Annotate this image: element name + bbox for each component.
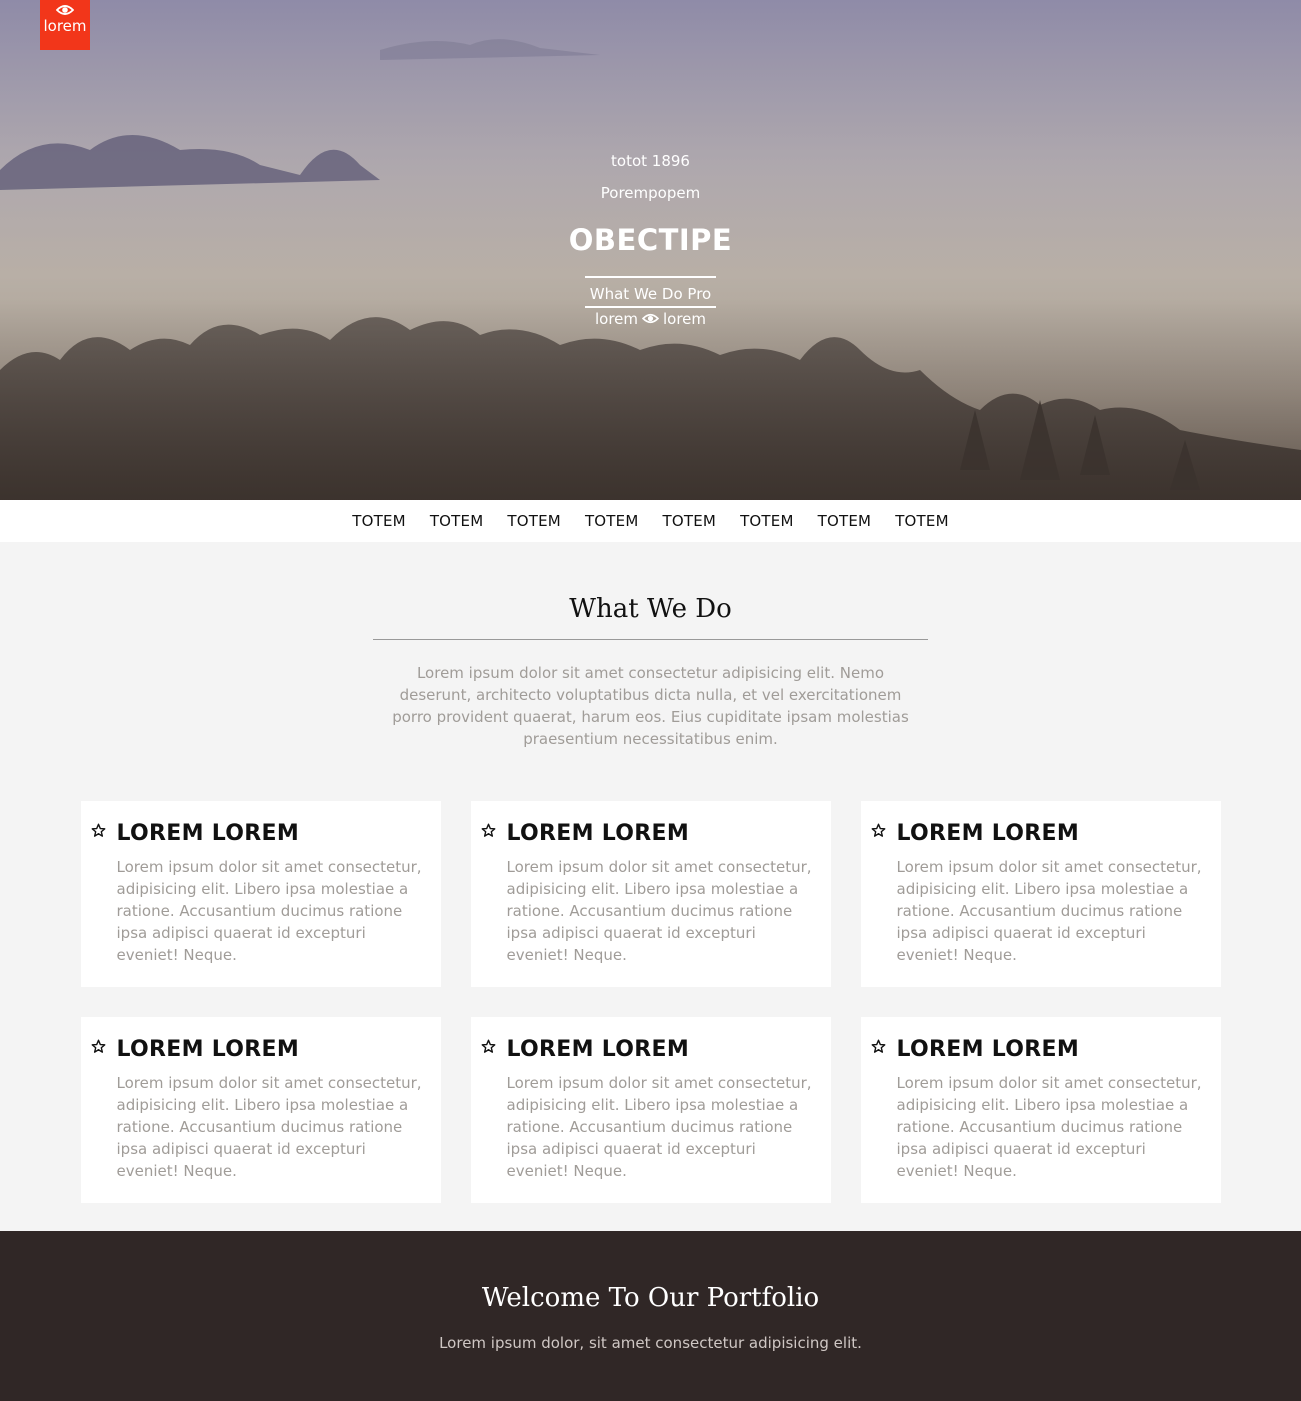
brand-logo[interactable]: lorem bbox=[40, 0, 90, 50]
star-icon bbox=[871, 1039, 885, 1053]
nav-item-5[interactable]: TOTEM bbox=[663, 512, 717, 530]
nav-item-1[interactable]: TOTEM bbox=[352, 512, 406, 530]
service-card: LOREM LOREM Lorem ipsum dolor sit amet co… bbox=[80, 1017, 441, 1203]
section-description: Lorem ipsum dolor sit amet consectetur a… bbox=[392, 664, 909, 748]
card-title: LOREM LOREM bbox=[116, 821, 300, 846]
card-title: LOREM LOREM bbox=[506, 821, 690, 846]
hero-title: OBECTIPE bbox=[568, 223, 733, 257]
what-we-do-button[interactable]: What We Do Pro bbox=[585, 276, 716, 308]
nav-item-6[interactable]: TOTEM bbox=[740, 512, 794, 530]
nav-item-4[interactable]: TOTEM bbox=[585, 512, 639, 530]
hero-kicker: totot 1896 bbox=[611, 152, 690, 170]
card-text: Lorem ipsum dolor sit amet consectetur, … bbox=[116, 858, 422, 964]
service-card: LOREM LOREM Lorem ipsum dolor sit amet co… bbox=[860, 1017, 1221, 1203]
hero-content: totot 1896 Porempopem OBECTIPE What We D… bbox=[0, 150, 1301, 330]
card-text: Lorem ipsum dolor sit amet consectetur, … bbox=[896, 858, 1202, 964]
eye-icon bbox=[641, 313, 660, 324]
hero-sub-left: lorem bbox=[594, 310, 638, 328]
service-card: LOREM LOREM Lorem ipsum dolor sit amet co… bbox=[470, 1017, 831, 1203]
nav-item-8[interactable]: TOTEM bbox=[895, 512, 949, 530]
star-icon bbox=[481, 823, 495, 837]
star-icon bbox=[91, 823, 105, 837]
service-cards: LOREM LOREM Lorem ipsum dolor sit amet co… bbox=[80, 801, 1221, 1203]
card-text: Lorem ipsum dolor sit amet consectetur, … bbox=[506, 858, 812, 964]
card-title: LOREM LOREM bbox=[896, 1037, 1080, 1062]
hero-tagline: Porempopem bbox=[600, 184, 701, 202]
eye-icon bbox=[56, 5, 74, 15]
star-icon bbox=[91, 1039, 105, 1053]
what-we-do-section: What We Do Lorem ipsum dolor sit amet co… bbox=[0, 542, 1301, 1203]
service-card: LOREM LOREM Lorem ipsum dolor sit amet co… bbox=[470, 801, 831, 987]
star-icon bbox=[481, 1039, 495, 1053]
card-title: LOREM LOREM bbox=[506, 1037, 690, 1062]
title-divider bbox=[373, 639, 928, 640]
service-card: LOREM LOREM Lorem ipsum dolor sit amet co… bbox=[860, 801, 1221, 987]
logo-label: lorem bbox=[43, 17, 87, 35]
section-title: What We Do bbox=[569, 594, 732, 624]
card-text: Lorem ipsum dolor sit amet consectetur, … bbox=[896, 1074, 1202, 1180]
hero-subline: lorem lorem bbox=[0, 308, 1301, 330]
service-card: LOREM LOREM Lorem ipsum dolor sit amet co… bbox=[80, 801, 441, 987]
portfolio-title: Welcome To Our Portfolio bbox=[481, 1283, 820, 1313]
nav-item-2[interactable]: TOTEM bbox=[430, 512, 484, 530]
star-icon bbox=[871, 823, 885, 837]
card-title: LOREM LOREM bbox=[896, 821, 1080, 846]
portfolio-section: Welcome To Our Portfolio Lorem ipsum dol… bbox=[0, 1231, 1301, 1401]
card-text: Lorem ipsum dolor sit amet consectetur, … bbox=[116, 1074, 422, 1180]
hero-section: lorem totot 1896 Porempopem OBECTIPE Wha… bbox=[0, 0, 1301, 500]
main-nav: TOTEM TOTEM TOTEM TOTEM TOTEM TOTEM TOTE… bbox=[0, 500, 1301, 542]
card-text: Lorem ipsum dolor sit amet consectetur, … bbox=[506, 1074, 812, 1180]
nav-item-7[interactable]: TOTEM bbox=[818, 512, 872, 530]
card-title: LOREM LOREM bbox=[116, 1037, 300, 1062]
portfolio-subtitle: Lorem ipsum dolor, sit amet consectetur … bbox=[439, 1334, 862, 1352]
nav-item-3[interactable]: TOTEM bbox=[507, 512, 561, 530]
hero-sub-right: lorem bbox=[663, 310, 707, 328]
